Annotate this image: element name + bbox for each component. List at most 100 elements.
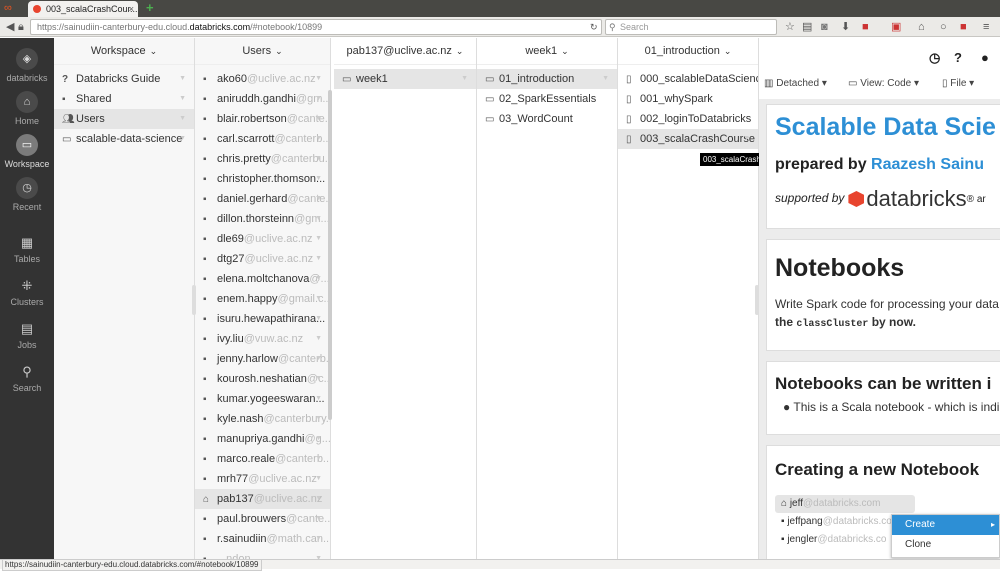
column-header[interactable]: Workspace ⌄ — [54, 38, 194, 65]
column-header[interactable]: week1 ⌄ — [477, 38, 617, 65]
user-item[interactable]: ⌂ pab137@uclive.ac.nz ▼ — [195, 489, 330, 509]
caret-down-icon[interactable]: ▼ — [315, 329, 322, 349]
caret-down-icon[interactable]: ▼ — [315, 389, 322, 409]
caret-down-icon[interactable]: ▼ — [315, 249, 322, 269]
column-header[interactable]: 01_introduction ⌄ — [618, 38, 758, 65]
user-item[interactable]: ▪ dillon.thorsteinn@gm... ▼ — [195, 209, 330, 229]
caret-down-icon[interactable]: ▼ — [315, 289, 322, 309]
workspace-item-users[interactable]: 👥︎Users ▼ — [54, 109, 194, 129]
user-item[interactable]: ▪ christopher.thomson... ▼ — [195, 169, 330, 189]
user-item[interactable]: ▪ isuru.hewapathirana... ▼ — [195, 309, 330, 329]
sidebar-item-clusters[interactable]: ⁜ Clusters — [0, 278, 54, 307]
tab-close-icon[interactable]: × — [129, 1, 134, 17]
notebook-item[interactable]: ▯ 001_whySpark — [618, 89, 758, 109]
caret-down-icon[interactable]: ▼ — [315, 449, 322, 469]
sidebar-item-workspace[interactable]: ▭ Workspace — [0, 134, 54, 169]
notebook-item[interactable]: ▯ 002_loginToDatabricks — [618, 109, 758, 129]
user-item[interactable]: ▪ ako60@uclive.ac.nz ▼ — [195, 69, 330, 89]
user-item[interactable]: ▪ jenny.harlow@canterb... ▼ — [195, 349, 330, 369]
search-bar[interactable]: ⚲ Search — [605, 19, 777, 35]
ubuntu-menu-icon[interactable]: ∞ — [4, 2, 18, 15]
sidebar-item-tables[interactable]: ▦ Tables — [0, 235, 54, 264]
user-item[interactable]: ▪ mrh77@uclive.ac.nz ▼ — [195, 469, 330, 489]
author-link[interactable]: Raazesh Sainu — [871, 156, 984, 173]
user-item[interactable]: ▪ daniel.gerhard@cante... ▼ — [195, 189, 330, 209]
user-item[interactable]: ▪ blair.robertson@cante... ▼ — [195, 109, 330, 129]
history-icon[interactable]: ◷ — [929, 50, 940, 66]
url-bar[interactable]: https://sainudiin-canterbury-edu.cloud.d… — [30, 19, 602, 35]
caret-down-icon[interactable]: ▼ — [315, 409, 322, 429]
sidebar-item-home[interactable]: ⌂ Home — [0, 91, 54, 126]
user-item[interactable]: ▪ kyle.nash@canterbury... ▼ — [195, 409, 330, 429]
user-item[interactable]: ▪ chris.pretty@canterbu... ▼ — [195, 149, 330, 169]
user-item[interactable]: ▪ aniruddh.gandhi@gm... ▼ — [195, 89, 330, 109]
user-item[interactable]: ▪ carl.scarrott@canterb... ▼ — [195, 129, 330, 149]
help-icon[interactable]: ? — [954, 50, 962, 65]
workspace-item-shared[interactable]: ▪ Shared ▼ — [54, 89, 194, 109]
folder-item-01-introduction[interactable]: ▭ 01_introduction ▼ — [477, 69, 617, 89]
caret-down-icon[interactable]: ▼ — [315, 209, 322, 229]
caret-down-icon[interactable]: ▼ — [461, 69, 468, 89]
sidebar-item-databricks[interactable]: ◈ databricks — [0, 48, 54, 83]
user-item[interactable]: ▪...ndon▼ — [195, 549, 330, 559]
caret-down-icon[interactable]: ▼ — [315, 469, 322, 489]
back-icon[interactable]: ◀ — [6, 20, 14, 34]
caret-down-icon[interactable]: ▼ — [315, 549, 322, 559]
sidebar-item-jobs[interactable]: ▤ Jobs — [0, 321, 54, 350]
caret-down-icon[interactable]: ▼ — [315, 109, 322, 129]
pdf-icon[interactable]: ■ — [960, 20, 967, 34]
home-browser-icon[interactable]: ⌂ — [918, 20, 925, 34]
clipboard-icon[interactable]: ▤ — [802, 20, 812, 34]
caret-down-icon[interactable]: ▼ — [179, 109, 186, 129]
user-item[interactable]: ▪ manupriya.gandhi@g... ▼ — [195, 429, 330, 449]
caret-down-icon[interactable]: ▼ — [315, 309, 322, 329]
create-menu-item[interactable]: Create ▸ — [892, 515, 999, 535]
caret-down-icon[interactable]: ▼ — [315, 129, 322, 149]
folder-item-week1[interactable]: ▭ week1 ▼ — [334, 69, 476, 89]
user-item[interactable]: ▪ elena.moltchanova@... ▼ — [195, 269, 330, 289]
folder-item-03-wordcount[interactable]: ▭ 03_WordCount — [477, 109, 617, 129]
user-item[interactable]: ▪kourosh.neshatian@c...▼ — [195, 369, 330, 389]
user-item[interactable]: ▪ paul.brouwers@cante... ▼ — [195, 509, 330, 529]
scrollbar[interactable] — [192, 285, 196, 315]
user-item[interactable]: ▪ r.sainudiin@math.can... ▼ — [195, 529, 330, 549]
clone-menu-item[interactable]: Clone — [892, 535, 999, 555]
caret-down-icon[interactable]: ▼ — [743, 129, 750, 149]
caret-down-icon[interactable]: ▼ — [179, 129, 186, 149]
caret-down-icon[interactable]: ▼ — [179, 89, 186, 109]
user-item[interactable]: ▪ kumar.yogeeswaran... ▼ — [195, 389, 330, 409]
caret-down-icon[interactable]: ▼ — [315, 429, 322, 449]
new-tab-button[interactable]: + — [146, 1, 154, 15]
notebook-item[interactable]: ▯ 000_scalableDataScience — [618, 69, 758, 89]
caret-down-icon[interactable]: ▼ — [315, 149, 322, 169]
browser-tab[interactable]: 003_scalaCrashCour... × — [28, 1, 138, 17]
caret-down-icon[interactable]: ▼ — [315, 189, 322, 209]
bookmark-star-icon[interactable]: ☆ — [785, 20, 795, 34]
caret-down-icon[interactable]: ▼ — [315, 489, 322, 509]
column-header[interactable]: pab137@uclive.ac.nz ⌄ — [334, 38, 476, 65]
folder-item-02-sparkessentials[interactable]: ▭ 02_SparkEssentials — [477, 89, 617, 109]
addon-icon[interactable]: ▣ — [891, 20, 901, 34]
caret-down-icon[interactable]: ▼ — [315, 69, 322, 89]
chat-icon[interactable]: ○ — [940, 20, 947, 34]
title-cell[interactable]: Scalable Data Scie prepared by Raazesh S… — [766, 104, 1000, 229]
notebook-item-selected[interactable]: ▯ 003_scalaCrashCourse ▼ — [618, 129, 758, 149]
caret-down-icon[interactable]: ▼ — [315, 529, 322, 549]
zotero-icon[interactable]: ■ — [862, 20, 869, 34]
user-icon[interactable]: ● — [981, 50, 989, 65]
workspace-item-guide[interactable]: ? Databricks Guide ▼ — [54, 69, 194, 89]
user-item[interactable]: ▪ ivy.liu@vuw.ac.nz ▼ — [195, 329, 330, 349]
caret-down-icon[interactable]: ▼ — [315, 369, 322, 389]
view-code-button[interactable]: ▭ View: Code ▾ — [848, 78, 919, 89]
sidebar-item-search[interactable]: ⚲ Search — [0, 364, 54, 393]
caret-down-icon[interactable]: ▼ — [315, 349, 322, 369]
user-item[interactable]: ▪ dtg27@uclive.ac.nz ▼ — [195, 249, 330, 269]
download-icon[interactable]: ⬇ — [841, 20, 850, 34]
sidebar-item-recent[interactable]: ◷ Recent — [0, 177, 54, 212]
notebooks-cell[interactable]: Notebooks Write Spark code for processin… — [766, 239, 1000, 351]
pocket-icon[interactable]: ◙ — [821, 20, 828, 34]
caret-down-icon[interactable]: ▼ — [315, 89, 322, 109]
cluster-status-button[interactable]: ▥ Detached ▾ — [764, 78, 827, 89]
workspace-item-scalable[interactable]: ▭ scalable-data-science ▼ — [54, 129, 194, 149]
user-item[interactable]: ▪ marco.reale@canterb... ▼ — [195, 449, 330, 469]
